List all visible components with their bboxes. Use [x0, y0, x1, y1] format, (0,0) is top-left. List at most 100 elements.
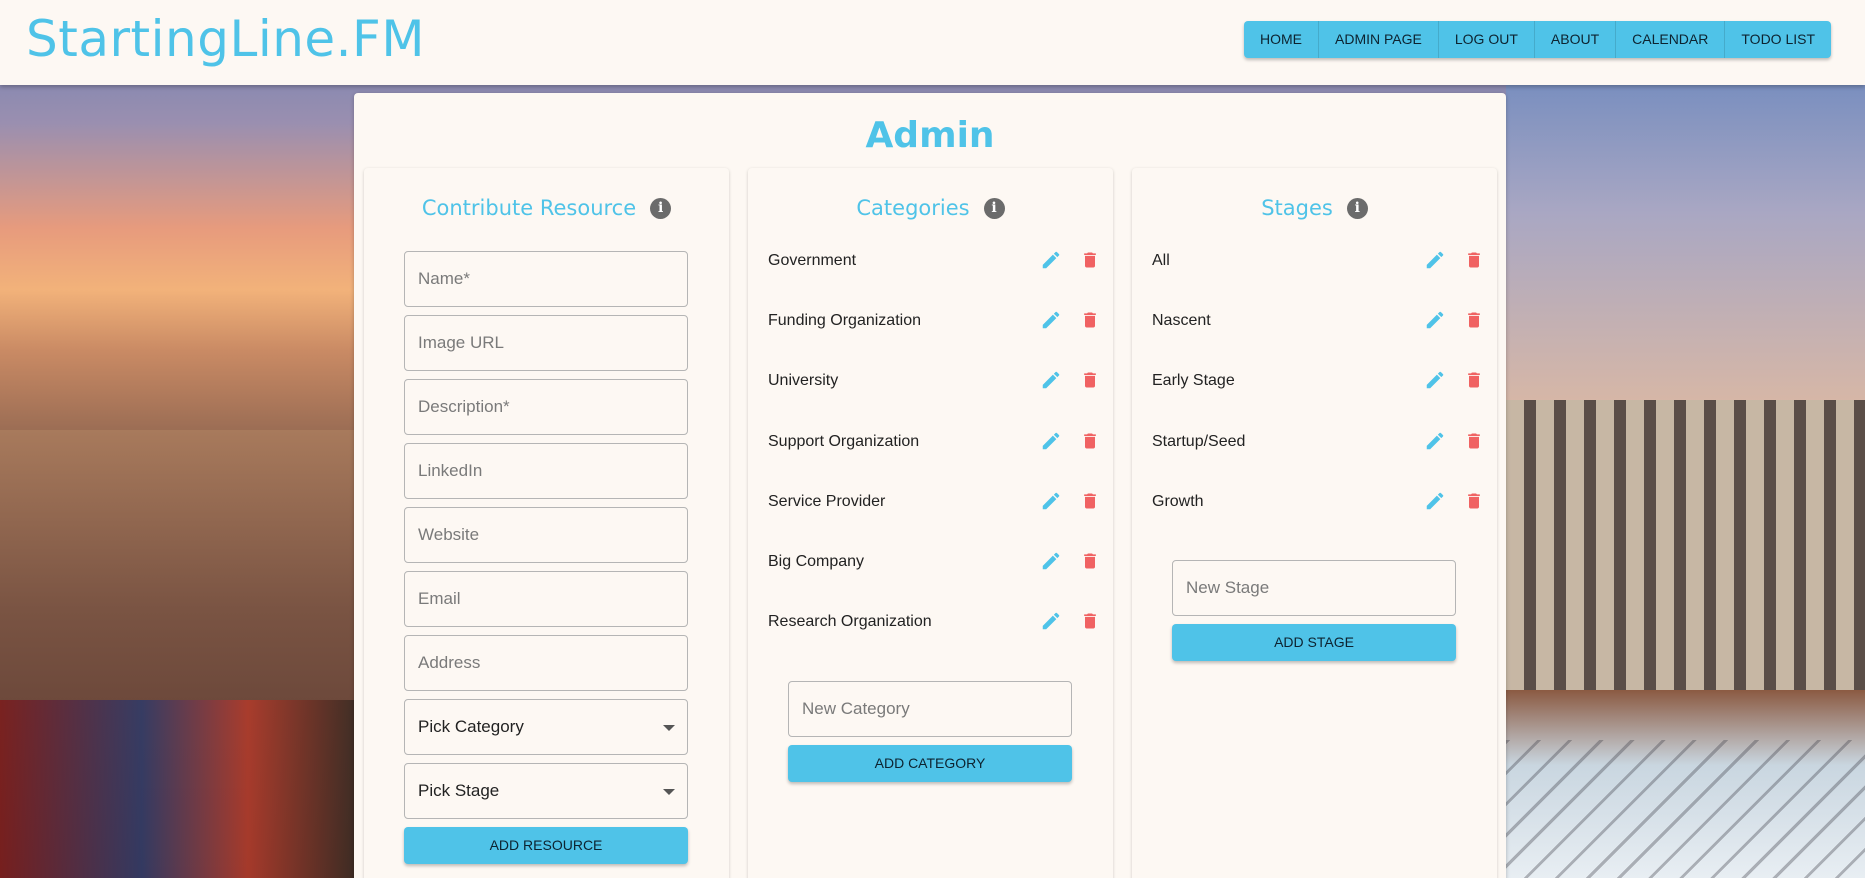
add-category-button[interactable]: ADD CATEGORY — [788, 745, 1072, 782]
edit-icon[interactable] — [1040, 249, 1062, 271]
delete-icon[interactable] — [1464, 490, 1484, 512]
category-select-value: Pick Category — [418, 717, 524, 736]
edit-icon[interactable] — [1040, 550, 1062, 572]
website-field[interactable] — [404, 507, 688, 563]
brand-logo[interactable]: StartingLine.FM — [26, 10, 425, 68]
info-icon[interactable]: i — [1346, 197, 1368, 219]
category-row-label: Funding Organization — [768, 312, 921, 330]
delete-icon[interactable] — [1080, 309, 1100, 331]
edit-icon[interactable] — [1040, 490, 1062, 512]
name-input[interactable] — [405, 252, 687, 306]
category-row-label: University — [768, 372, 839, 390]
nav-calendar-button[interactable]: CALENDAR — [1616, 21, 1726, 58]
edit-icon[interactable] — [1424, 309, 1446, 331]
description-input[interactable] — [405, 380, 687, 434]
stage-select-value: Pick Stage — [418, 781, 500, 800]
category-row: Service Provider — [768, 487, 1096, 517]
nav-todo-list-button[interactable]: TODO LIST — [1725, 21, 1831, 58]
stage-row-label: All — [1152, 252, 1170, 269]
stage-row-label: Startup/Seed — [1152, 432, 1246, 450]
nav-about-button[interactable]: ABOUT — [1535, 21, 1617, 58]
new-category-input[interactable] — [789, 682, 1071, 736]
categories-header: Categories i — [748, 196, 1113, 220]
stages-header: Stages i — [1132, 196, 1497, 220]
contribute-resource-panel: Contribute Resource i Pick Category — [364, 168, 729, 878]
edit-icon[interactable] — [1424, 490, 1446, 512]
delete-icon[interactable] — [1080, 490, 1100, 512]
stages-panel: Stages i All Nascent Early Stage Startup/Se… — [1132, 168, 1497, 878]
address-input[interactable] — [405, 636, 687, 690]
edit-icon[interactable] — [1424, 249, 1446, 271]
new-category-field[interactable] — [788, 681, 1072, 737]
chevron-down-icon — [663, 789, 675, 795]
edit-icon[interactable] — [1040, 369, 1062, 391]
new-stage-input[interactable] — [1173, 561, 1455, 615]
app-bar: StartingLine.FM HOME ADMIN PAGE LOG OUT … — [0, 0, 1865, 85]
category-row-label: Government — [768, 252, 857, 269]
background-building-right — [1506, 400, 1865, 700]
admin-card: Admin Contribute Resource i Pick Categor — [354, 93, 1506, 878]
stage-row: Nascent — [1152, 306, 1480, 336]
nav-log-out-button[interactable]: LOG OUT — [1439, 21, 1535, 58]
categories-panel: Categories i Government Funding Organizat… — [748, 168, 1113, 878]
stage-row-label: Nascent — [1152, 312, 1211, 330]
contribute-resource-title: Contribute Resource — [421, 196, 637, 220]
nav-admin-page-button[interactable]: ADMIN PAGE — [1319, 21, 1439, 58]
contribute-resource-header: Contribute Resource i — [364, 196, 729, 220]
name-field[interactable] — [404, 251, 688, 307]
new-stage-field[interactable] — [1172, 560, 1456, 616]
linkedin-field[interactable] — [404, 443, 688, 499]
delete-icon[interactable] — [1464, 249, 1484, 271]
stage-row: All — [1152, 246, 1480, 276]
stage-row-label: Growth — [1152, 492, 1204, 510]
info-icon[interactable]: i — [983, 197, 1005, 219]
delete-icon[interactable] — [1080, 550, 1100, 572]
background-storefronts — [0, 700, 354, 878]
edit-icon[interactable] — [1424, 369, 1446, 391]
delete-icon[interactable] — [1464, 309, 1484, 331]
delete-icon[interactable] — [1080, 369, 1100, 391]
category-row: Government — [768, 246, 1096, 276]
stages-title: Stages — [1261, 196, 1333, 220]
category-row: University — [768, 366, 1096, 396]
background-sky-right — [1506, 85, 1865, 405]
category-row-label: Big Company — [768, 553, 865, 570]
linkedin-input[interactable] — [405, 444, 687, 498]
nav-home-button[interactable]: HOME — [1244, 21, 1319, 58]
stage-row: Growth — [1152, 487, 1480, 517]
stage-row-label: Early Stage — [1152, 372, 1235, 390]
delete-icon[interactable] — [1080, 430, 1100, 452]
category-row-label: Service Provider — [768, 492, 886, 510]
stage-row: Startup/Seed — [1152, 427, 1480, 457]
delete-icon[interactable] — [1464, 430, 1484, 452]
stage-row: Early Stage — [1152, 366, 1480, 396]
description-field[interactable] — [404, 379, 688, 435]
stage-select[interactable]: Pick Stage — [404, 763, 688, 819]
email-field[interactable] — [404, 571, 688, 627]
edit-icon[interactable] — [1040, 610, 1062, 632]
add-resource-button[interactable]: ADD RESOURCE — [404, 827, 688, 864]
delete-icon[interactable] — [1464, 369, 1484, 391]
info-icon[interactable]: i — [650, 197, 672, 219]
chevron-down-icon — [663, 725, 675, 731]
address-field[interactable] — [404, 635, 688, 691]
category-select[interactable]: Pick Category — [404, 699, 688, 755]
nav-button-group: HOME ADMIN PAGE LOG OUT ABOUT CALENDAR T… — [1244, 21, 1832, 58]
category-row: Big Company — [768, 547, 1096, 577]
email-input[interactable] — [405, 572, 687, 626]
edit-icon[interactable] — [1040, 430, 1062, 452]
edit-icon[interactable] — [1040, 309, 1062, 331]
category-row-label: Research Organization — [768, 613, 932, 631]
website-input[interactable] — [405, 508, 687, 562]
category-row: Funding Organization — [768, 306, 1096, 336]
delete-icon[interactable] — [1080, 249, 1100, 271]
delete-icon[interactable] — [1080, 610, 1100, 632]
image-url-field[interactable] — [404, 315, 688, 371]
background-rink-rail — [1506, 740, 1865, 878]
image-url-input[interactable] — [405, 316, 687, 370]
categories-title: Categories — [856, 196, 970, 220]
page-title: Admin — [865, 115, 995, 156]
add-stage-button[interactable]: ADD STAGE — [1172, 624, 1456, 661]
edit-icon[interactable] — [1424, 430, 1446, 452]
category-row-label: Support Organization — [768, 432, 920, 450]
